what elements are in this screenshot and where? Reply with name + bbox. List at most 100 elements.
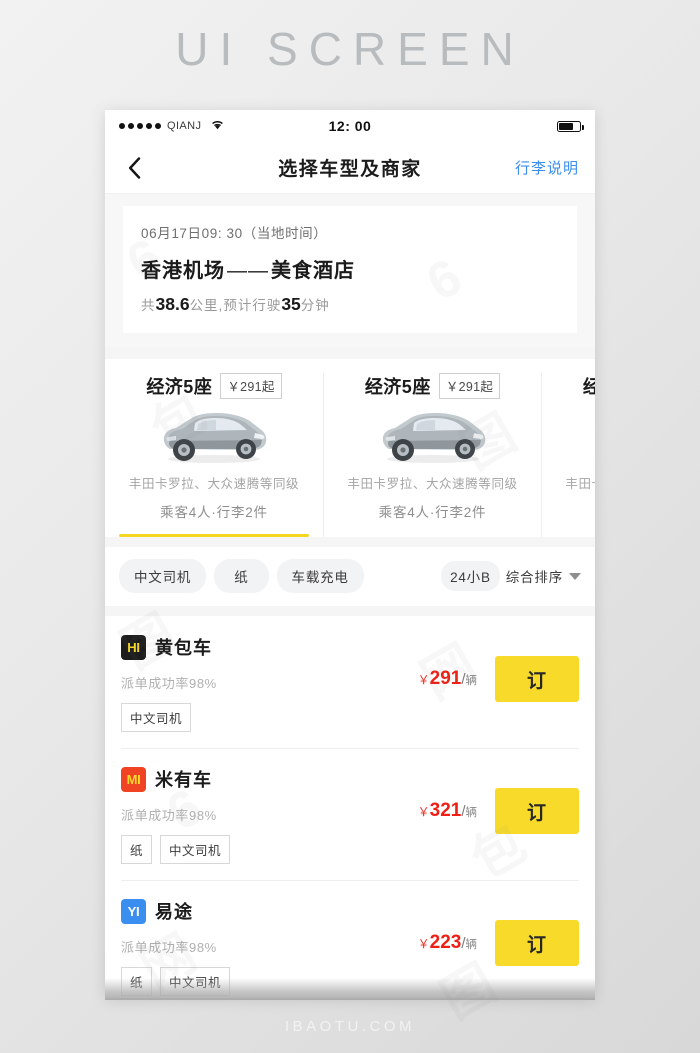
luggage-info-link[interactable]: 行李说明 <box>515 157 579 178</box>
trip-meta-suffix: 分钟 <box>300 298 330 313</box>
car-type-price-badge: ￥291起 <box>438 373 501 399</box>
status-bar: QIANJ 12: 00 <box>105 110 595 142</box>
route-dash-icon: —— <box>227 260 269 282</box>
vendor-action-area: ￥223/辆 订 <box>418 898 579 966</box>
car-type-card[interactable]: 经济5座 ￥291起 丰田卡罗拉、大众速腾等同级 乘客4人·行李2件 <box>105 373 323 537</box>
filter-chip-chinese-driver[interactable]: 中文司机 <box>119 559 207 593</box>
trip-meta-mid: 公里,预计行驶 <box>189 298 282 313</box>
car-type-desc: 丰田卡罗拉、大众速腾等同级 <box>128 477 300 491</box>
trip-meta-prefix: 共 <box>141 298 156 313</box>
car-type-name: 经济5座 <box>582 377 595 397</box>
nav-bar: 选择车型及商家 行李说明 <box>105 142 595 194</box>
vendor-tags: 纸中文司机 <box>121 835 418 864</box>
vendor-tag[interactable]: 中文司机 <box>160 967 231 996</box>
trip-distance: 38.6 <box>155 294 190 314</box>
trip-card-wrap: 06月17日09: 30（当地时间） 香港机场 —— 美食酒店 共38.6公里,预计… <box>105 194 595 347</box>
car-type-image <box>548 403 595 469</box>
car-type-head: 经济5座 ￥291起 <box>330 373 535 399</box>
currency-symbol: ￥ <box>417 673 430 687</box>
section-gap-2 <box>105 537 595 547</box>
vendor-price: ￥223/辆 <box>418 932 477 954</box>
sedan-car-icon <box>591 407 596 465</box>
car-type-name: 经济5座 <box>146 377 213 397</box>
vendor-action-area: ￥291/辆 订 <box>418 634 579 702</box>
battery-icon <box>557 120 584 132</box>
car-type-desc: 丰田卡罗拉、大众速腾等同级 <box>347 477 518 491</box>
car-type-name: 经济5座 <box>364 377 431 397</box>
car-type-image <box>330 403 535 469</box>
sedan-car-icon <box>163 413 267 463</box>
price-amount: 223 <box>429 932 462 953</box>
price-unit: /辆 <box>461 803 477 820</box>
trip-duration: 35 <box>281 294 301 314</box>
trip-origin: 香港机场 <box>141 260 225 282</box>
car-type-card[interactable]: 经济5座 ￥291起 丰田卡罗拉、大众速腾等同级 乘客4人·行李2件 <box>323 373 541 537</box>
book-button[interactable]: 订 <box>495 656 579 702</box>
vendor-tag[interactable]: 中文司机 <box>121 703 192 732</box>
vendor-tag[interactable]: 纸 <box>121 835 153 864</box>
vendor-row[interactable]: HI 黄包车 派单成功率98% 中文司机 ￥291/辆 订 <box>105 616 595 748</box>
book-button[interactable]: 订 <box>495 920 579 966</box>
price-unit: /辆 <box>461 935 477 952</box>
trip-destination: 美食酒店 <box>271 260 355 282</box>
trip-route: 香港机场 —— 美食酒店 <box>141 254 559 283</box>
price-amount: 291 <box>429 668 462 689</box>
vendor-success-rate: 派单成功率98% <box>121 940 217 955</box>
vendor-info: HI 黄包车 派单成功率98% 中文司机 <box>121 634 418 732</box>
currency-symbol: ￥ <box>417 937 430 951</box>
vendor-head: HI 黄包车 <box>121 634 418 660</box>
car-type-carousel[interactable]: 经济5座 ￥291起 丰田卡罗拉、大众速腾等同级 乘客4人·行李2件 经济5座 … <box>105 359 595 537</box>
vendor-action-area: ￥321/辆 订 <box>418 766 579 834</box>
trip-meta: 共38.6公里,预计行驶35分钟 <box>141 294 559 315</box>
vendor-head: YI 易途 <box>121 898 418 924</box>
vendor-name: 黄包车 <box>155 638 212 658</box>
vendor-name: 米有车 <box>155 770 212 790</box>
filter-bar: 中文司机 纸 车载充电 24小B 综合排序 <box>105 547 595 606</box>
sort-label: 综合排序 <box>505 570 563 585</box>
vendor-tag[interactable]: 中文司机 <box>160 835 231 864</box>
vendor-tag[interactable]: 纸 <box>121 967 153 996</box>
filter-chip-tissue[interactable]: 纸 <box>214 559 269 593</box>
caret-down-icon <box>569 572 581 580</box>
car-type-capacity: 乘客4人·行李2件 <box>378 505 487 520</box>
footer-brand: IBAOTU.COM <box>284 1018 415 1035</box>
car-type-desc: 丰田卡罗拉、大众速腾等同级 <box>565 477 595 491</box>
car-type-selected-indicator <box>556 534 595 537</box>
car-type-capacity: 乘客4人·行李2件 <box>160 505 268 520</box>
vendor-tags: 纸中文司机 <box>121 967 418 996</box>
status-bar-clock: 12: 00 <box>328 118 372 134</box>
vendor-price: ￥321/辆 <box>418 800 477 822</box>
vendor-logo: HI <box>121 634 146 660</box>
vendor-head: MI 米有车 <box>121 766 418 792</box>
sedan-car-icon <box>382 413 485 463</box>
vendor-tags: 中文司机 <box>121 703 418 732</box>
page-title: UI SCREEN <box>175 23 525 75</box>
section-gap-3 <box>105 606 595 616</box>
currency-symbol: ￥ <box>417 805 430 819</box>
car-type-image <box>111 403 317 469</box>
book-button[interactable]: 订 <box>495 788 579 834</box>
vendor-success-rate: 派单成功率98% <box>121 676 217 691</box>
vendor-success-rate: 派单成功率98% <box>121 808 217 823</box>
phone-mockup: QIANJ 12: 00 选择车型及商家 行李说明 06月17日09: 30（当… <box>105 110 595 998</box>
car-type-selected-indicator <box>119 534 309 537</box>
price-amount: 321 <box>429 800 462 821</box>
vendor-logo: YI <box>121 898 146 924</box>
sort-selector[interactable]: 24小B 综合排序 <box>441 561 581 591</box>
vendor-info: YI 易途 派单成功率98% 纸中文司机 <box>121 898 418 996</box>
vendor-info: MI 米有车 派单成功率98% 纸中文司机 <box>121 766 418 864</box>
sort-pill-label: 24小B <box>441 561 500 591</box>
vendor-row[interactable]: MI 米有车 派单成功率98% 纸中文司机 ￥321/辆 订 <box>105 748 595 880</box>
status-bar-right <box>557 120 584 132</box>
car-type-capacity: 乘客4人·行李2件 <box>548 501 595 521</box>
trip-datetime: 06月17日09: 30（当地时间） <box>141 226 328 241</box>
car-type-head: 经济5座 ￥291起 <box>548 373 595 399</box>
vendor-row[interactable]: YI 易途 派单成功率98% 纸中文司机 ￥223/辆 订 <box>105 880 595 998</box>
car-type-card[interactable]: 经济5座 ￥291起 丰田卡罗拉、大众速腾等同级 乘客4人·行李2件 <box>541 373 595 537</box>
vendor-price: ￥291/辆 <box>418 668 477 690</box>
section-gap <box>105 347 595 359</box>
car-type-row: 经济5座 ￥291起 丰田卡罗拉、大众速腾等同级 乘客4人·行李2件 经济5座 … <box>105 373 595 537</box>
filter-chip-car-charger[interactable]: 车载充电 <box>276 559 364 593</box>
vendor-name: 易途 <box>155 902 193 922</box>
vendor-logo: MI <box>121 766 146 792</box>
